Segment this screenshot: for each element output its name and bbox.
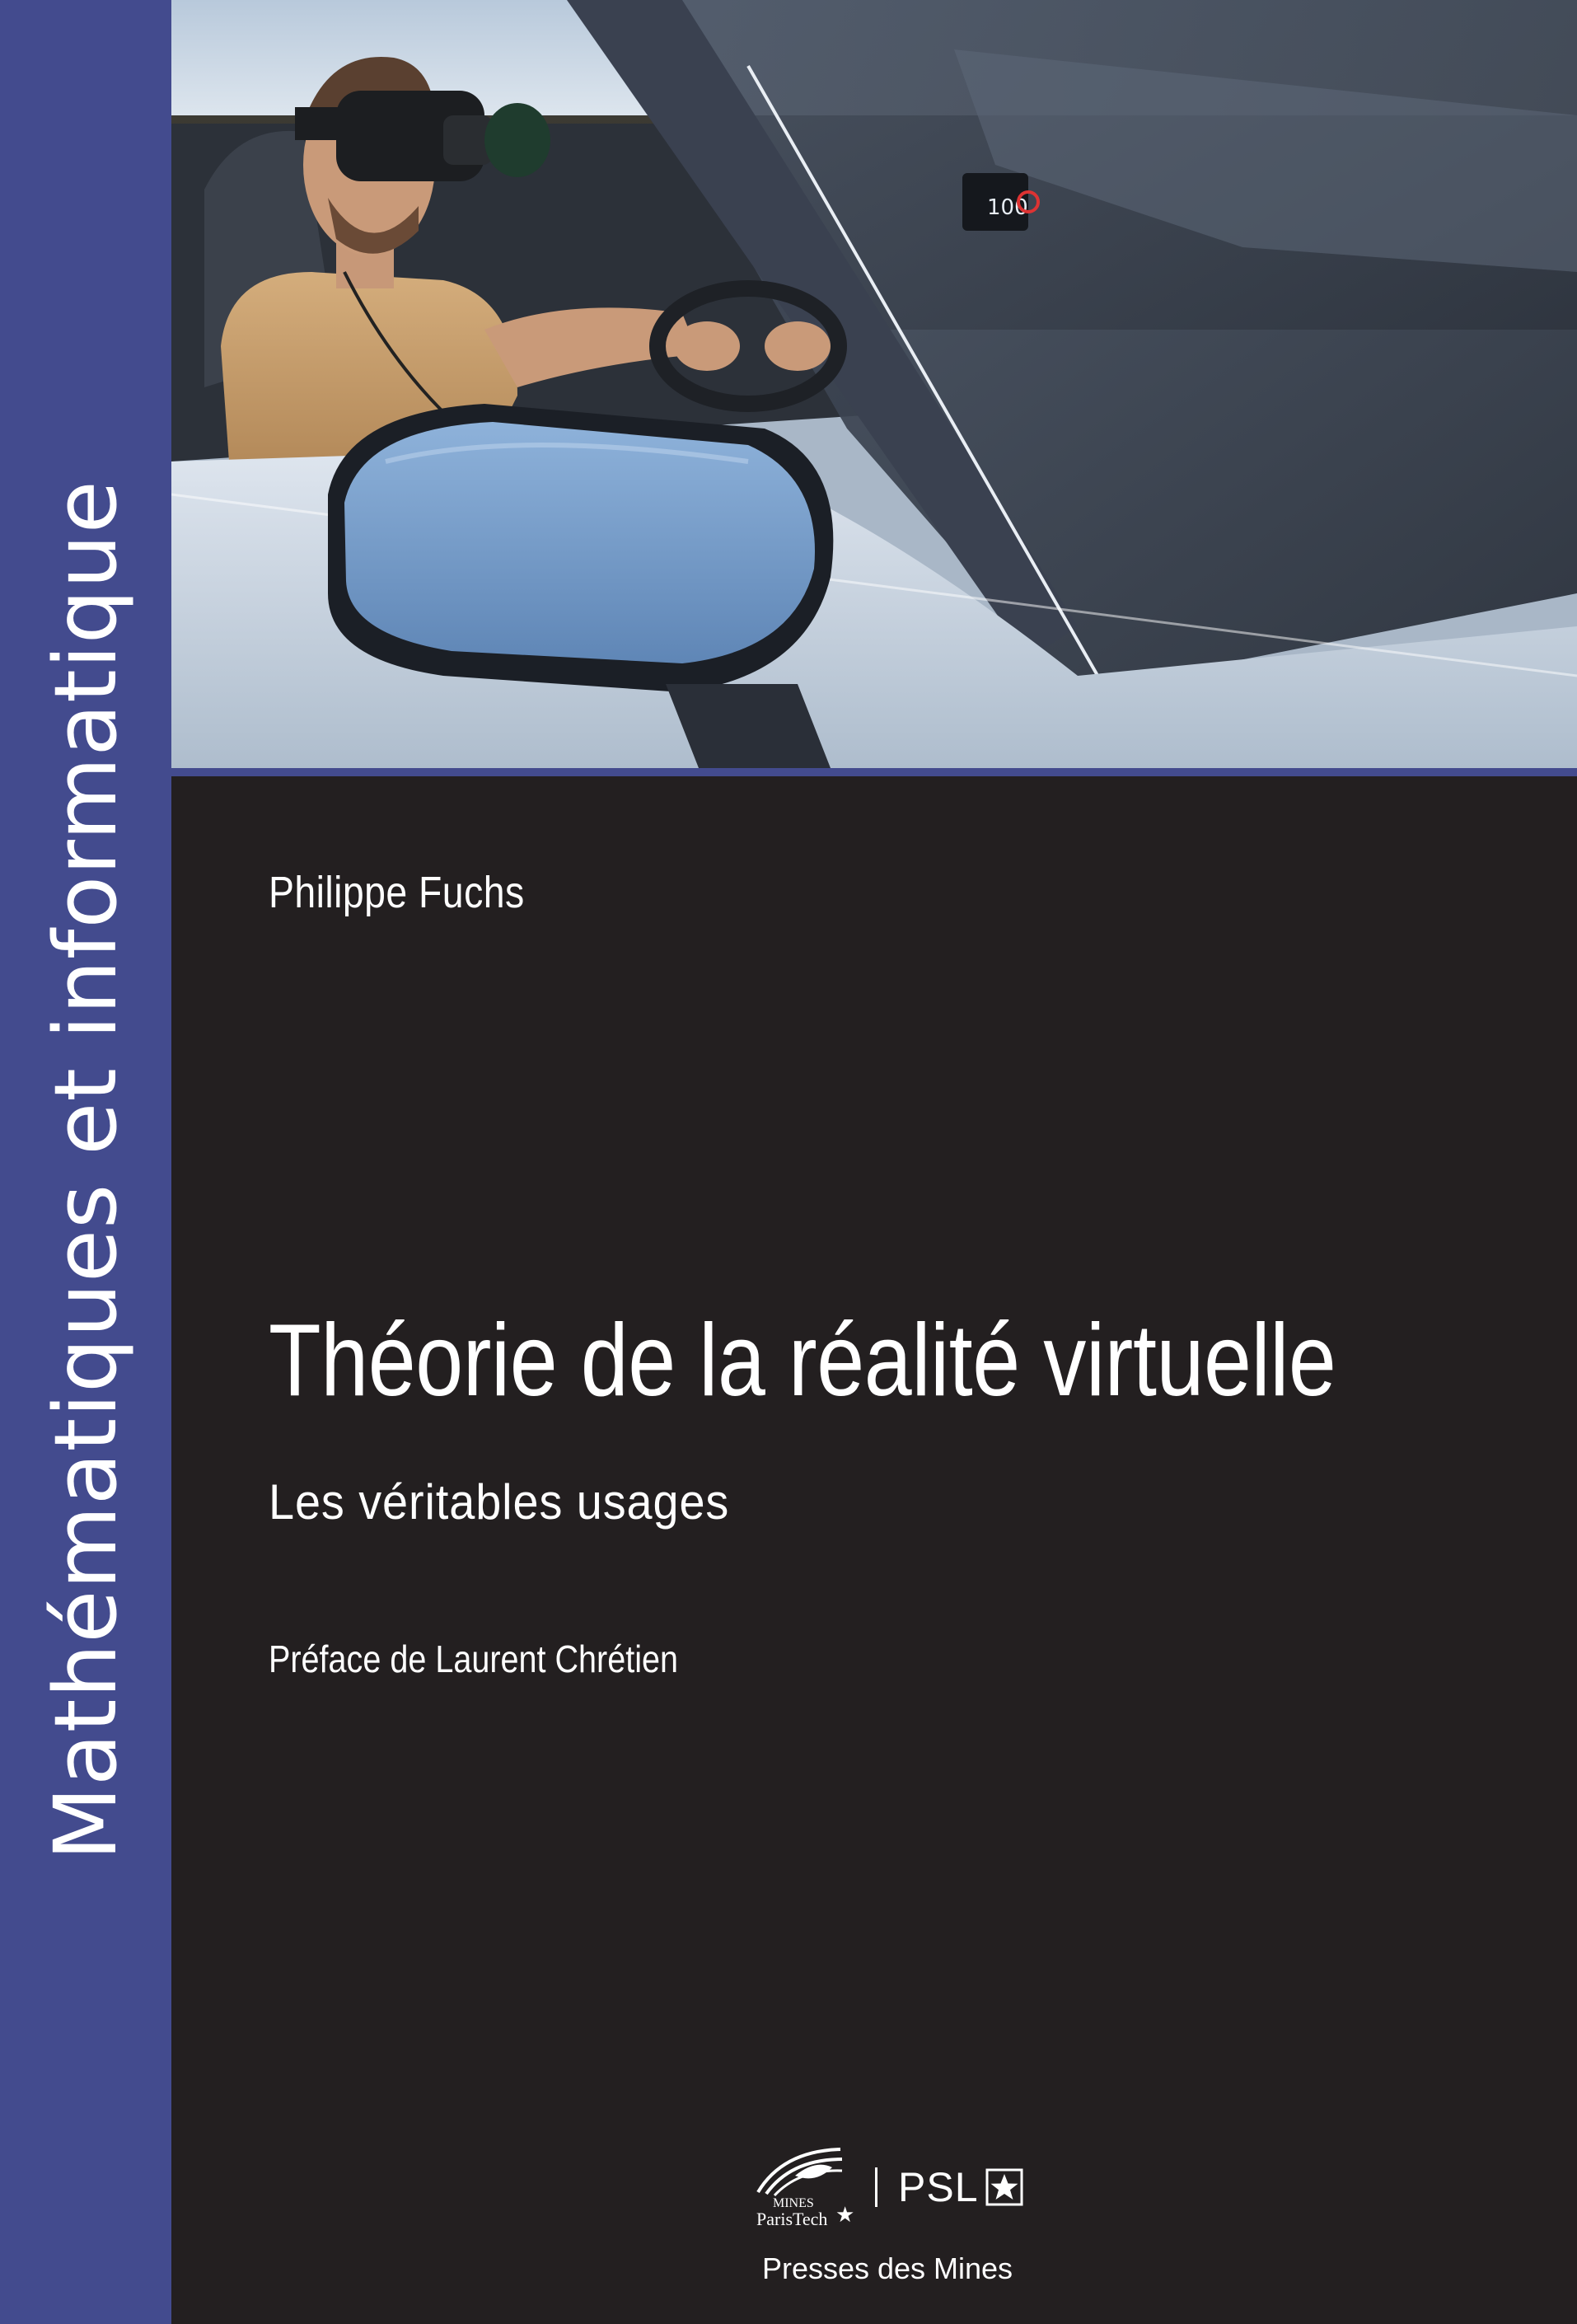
publisher-name: Presses des Mines [761, 2251, 1013, 2285]
mines-emblem-icon [756, 2148, 843, 2197]
psl-word: PSL [898, 2164, 979, 2210]
star-icon [985, 2168, 1023, 2206]
book-title: Théorie de la réalité virtuelle [269, 1304, 1336, 1417]
psl-logo: PSL [898, 2164, 1023, 2214]
logo-divider [875, 2167, 877, 2207]
star-icon: ★ [835, 2202, 855, 2227]
book-cover: Mathématiques et informatique 100 Philip… [0, 0, 1577, 2324]
preface-credit: Préface de Laurent Chrétien [269, 1638, 679, 1680]
cover-photo-vr-driver: 100 [171, 0, 1577, 768]
paristech-word: ParisTech [756, 2209, 828, 2229]
publisher-logos: MINES ParisTech ★ PSL [742, 2143, 1038, 2233]
book-subtitle: Les véritables usages [269, 1474, 730, 1530]
mines-paristech-logo: MINES ParisTech ★ [742, 2143, 865, 2233]
series-band: Mathématiques et informatique [0, 0, 171, 2324]
image-divider [171, 768, 1577, 776]
author-name: Philippe Fuchs [269, 868, 525, 917]
series-title: Mathématiques et informatique [35, 480, 136, 1861]
